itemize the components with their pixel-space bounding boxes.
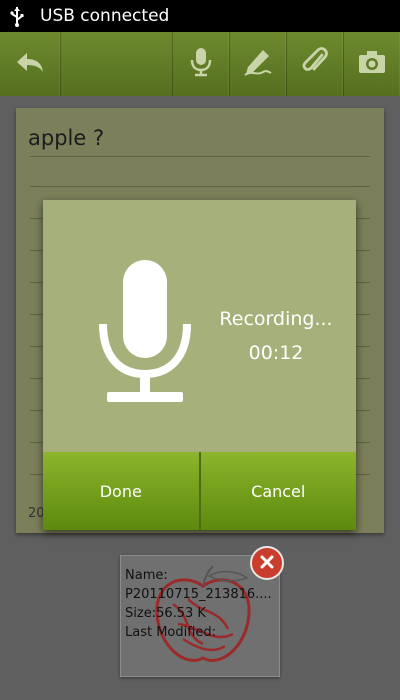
status-text: USB connected	[40, 6, 170, 26]
camera-icon	[357, 49, 387, 79]
note-title[interactable]: apple ?	[28, 126, 104, 150]
recording-status: Recording...	[219, 308, 333, 330]
attachment-size: Size:56.53 K	[125, 606, 206, 621]
toolbar	[0, 32, 400, 96]
back-arrow-icon	[15, 51, 45, 77]
microphone-icon	[190, 47, 212, 81]
close-icon	[260, 554, 274, 573]
toolbar-spacer	[61, 32, 173, 96]
back-button[interactable]	[0, 32, 61, 96]
attachment-name-label: Name:	[125, 568, 168, 583]
remove-attachment-button[interactable]	[250, 546, 284, 580]
microphone-icon	[99, 260, 191, 414]
attachment-modified-label: Last Modified:	[125, 625, 217, 640]
cancel-button[interactable]: Cancel	[200, 452, 356, 530]
status-bar: USB connected	[0, 0, 400, 32]
pen-icon	[243, 48, 273, 80]
draw-button[interactable]	[230, 32, 287, 96]
done-button[interactable]: Done	[43, 452, 201, 530]
dialog-buttons: Done Cancel	[43, 452, 356, 530]
attachment-file-name: P20110715_213816....	[125, 587, 272, 602]
recording-timer: 00:12	[248, 342, 304, 364]
usb-icon	[0, 0, 34, 32]
attachment-info: Name: P20110715_213816.... Size:56.53 K …	[125, 566, 272, 642]
paperclip-icon	[302, 47, 328, 81]
record-audio-button[interactable]	[173, 32, 230, 96]
note-line	[30, 186, 370, 187]
attach-button[interactable]	[287, 32, 344, 96]
note-line	[30, 156, 370, 157]
recording-dialog: Recording... 00:12 Done Cancel	[43, 200, 356, 530]
camera-button[interactable]	[344, 32, 400, 96]
